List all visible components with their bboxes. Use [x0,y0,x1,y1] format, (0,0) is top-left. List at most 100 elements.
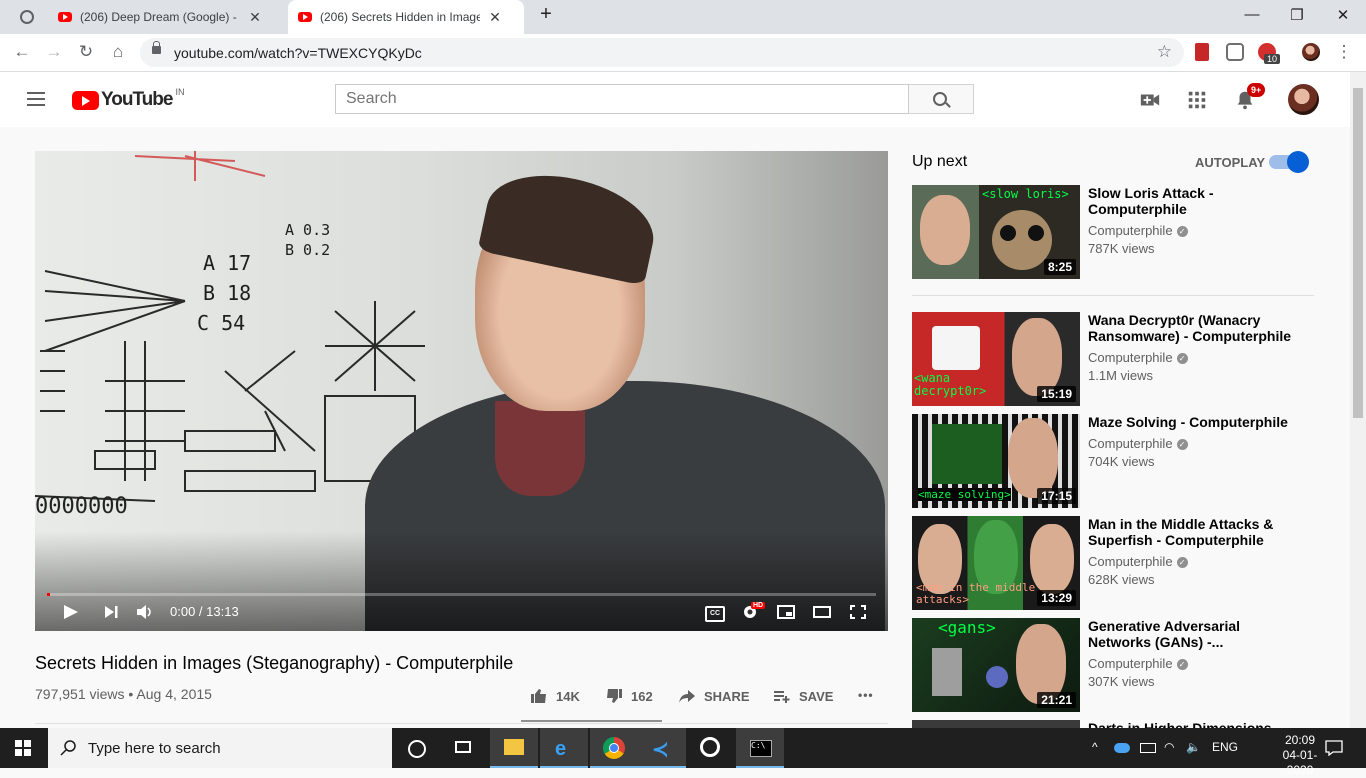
tab-deep-dream[interactable]: (206) Deep Dream (Google) - Co ✕ [58,0,284,34]
recommended-video[interactable]: Darts in Higher Dimensions... [912,720,1314,728]
search-button[interactable] [909,84,974,114]
forward-icon[interactable]: → [42,42,66,62]
share-arrow-icon [679,690,695,703]
onedrive-icon[interactable] [1114,743,1130,753]
autoplay-toggle[interactable] [1269,151,1309,173]
next-icon[interactable] [101,603,121,621]
dislike-button[interactable]: 162 [605,688,653,704]
menu-kebab-icon[interactable]: ⋮ [1332,42,1356,62]
save-button[interactable]: SAVE [773,688,833,704]
video-duration: 13:29 [1037,590,1076,606]
chrome-icon[interactable] [590,728,638,768]
channel-name[interactable]: Computerphile ✓ [1088,436,1188,451]
apps-grid-icon[interactable] [1186,89,1208,111]
close-window-icon[interactable]: ✕ [1323,6,1363,24]
recommended-video[interactable]: <slow loris> 8:25 Slow Loris Attack - Co… [912,185,1314,281]
view-count: 307K views [1088,674,1155,689]
video-player[interactable]: A 17 B 18 C 54 A 0.3 B 0.2 0000000 0:00 … [35,151,888,631]
maximize-icon[interactable]: ❐ [1277,6,1317,24]
tray-expand-icon[interactable]: ^ [1092,740,1098,754]
thumbs-up-icon [531,689,546,703]
video-thumbnail[interactable]: <man in the middle attacks> 13:29 [912,516,1080,610]
recommended-title[interactable]: Slow Loris Attack - Computerphile [1088,185,1298,217]
search-icon [933,92,947,106]
video-thumbnail[interactable]: <wana decrypt0r> 15:19 [912,312,1080,406]
hamburger-menu-icon[interactable] [27,92,45,106]
add-to-playlist-icon [774,691,790,703]
page-scrollbar[interactable] [1350,72,1366,728]
recommended-video[interactable]: <maze solving> 17:15 Maze Solving - Comp… [912,414,1314,510]
app-circle-icon[interactable] [686,728,734,768]
create-video-icon[interactable] [1139,89,1161,111]
taskbar-search-label: Type here to search [88,740,221,757]
taskbar-search[interactable]: Type here to search [48,728,392,768]
bookmark-star-icon[interactable]: ☆ [1157,42,1172,62]
system-clock[interactable]: 20:09 04-01-2020 [1272,733,1328,778]
action-center-icon[interactable] [1325,740,1343,756]
play-icon[interactable] [61,603,81,621]
url-text[interactable]: youtube.com/watch?v=TWEXCYQKyDc [174,45,422,61]
video-thumbnail[interactable]: <maze solving> 17:15 [912,414,1080,508]
close-tab-icon[interactable]: ✕ [488,9,502,26]
clock-date: 04-01-2020 [1282,748,1318,777]
file-explorer-icon[interactable] [490,728,538,768]
extension-bookmark-icon[interactable] [1195,43,1209,61]
language-indicator[interactable]: ENG [1212,740,1238,754]
recommended-title[interactable]: Wana Decrypt0r (Wanacry Ransomware) - Co… [1088,312,1298,344]
video-thumbnail[interactable] [912,720,1080,728]
recommended-title[interactable]: Man in the Middle Attacks & Superfish - … [1088,516,1298,548]
thumbs-down-icon [607,689,622,703]
recommended-title[interactable]: Generative Adversarial Networks (GANs) -… [1088,618,1298,650]
progress-bar[interactable] [47,593,876,596]
tab-title: (206) Deep Dream (Google) - Co [80,10,240,24]
like-button[interactable]: 14K [530,688,580,704]
recommended-video[interactable]: <wana decrypt0r> 15:19 Wana Decrypt0r (W… [912,312,1314,408]
pocket-icon[interactable] [1226,43,1244,61]
theater-mode-icon[interactable] [812,603,832,621]
recommended-title[interactable]: Maze Solving - Computerphile [1088,414,1298,430]
tab-secrets-hidden[interactable]: (206) Secrets Hidden in Images (S ✕ [288,0,524,34]
new-tab-icon[interactable]: + [526,3,566,26]
task-view-icon[interactable] [440,728,488,768]
reload-icon[interactable]: ↻ [74,42,98,62]
volume-tray-icon[interactable]: 🔈 [1186,740,1201,754]
wifi-icon[interactable]: ◠ [1164,740,1174,754]
close-tab-icon[interactable]: ✕ [248,9,262,26]
more-actions-icon[interactable]: ••• [858,688,874,702]
channel-name[interactable]: Computerphile ✓ [1088,656,1188,671]
channel-name[interactable]: Computerphile ✓ [1088,350,1188,365]
recommended-title[interactable]: Darts in Higher Dimensions... [1088,720,1298,728]
back-icon[interactable]: ← [10,42,34,62]
thumbnail-caption: <wana decrypt0r> [914,371,987,398]
svg-text:0000000: 0000000 [35,494,128,519]
windows-start-icon[interactable] [15,740,31,756]
edge-browser-icon[interactable]: e [540,728,588,768]
address-bar[interactable]: youtube.com/watch?v=TWEXCYQKyDc ☆ [140,38,1184,67]
minimize-icon[interactable]: — [1232,6,1272,23]
video-thumbnail[interactable]: <gans> 21:21 [912,618,1080,712]
profile-avatar[interactable] [1302,43,1320,61]
volume-icon[interactable] [135,603,155,621]
recommended-video[interactable]: <gans> 21:21 Generative Adversarial Netw… [912,618,1314,714]
terminal-icon[interactable]: C:\ [736,728,784,768]
video-title: Secrets Hidden in Images (Steganography)… [35,653,514,673]
account-avatar[interactable] [1288,84,1319,115]
lock-icon [152,41,161,54]
captions-button[interactable]: CC [705,606,725,622]
video-thumbnail[interactable]: <slow loris> 8:25 [912,185,1080,279]
fullscreen-icon[interactable] [848,603,868,621]
youtube-logo[interactable]: YouTube IN [72,87,184,111]
vscode-icon[interactable]: ≺ [638,728,686,768]
miniplayer-icon[interactable] [776,603,796,621]
globe-icon[interactable] [20,10,34,24]
video-meta: 797,951 views • Aug 4, 2015 [35,686,212,702]
recommended-video[interactable]: <man in the middle attacks> 13:29 Man in… [912,516,1314,612]
share-button[interactable]: SHARE [678,688,750,704]
cortana-icon[interactable] [392,728,440,768]
home-icon[interactable]: ⌂ [106,42,130,62]
battery-icon[interactable] [1140,743,1156,753]
time-display: 0:00 / 13:13 [170,604,239,619]
channel-name[interactable]: Computerphile ✓ [1088,554,1188,569]
search-input[interactable] [336,85,888,113]
channel-name[interactable]: Computerphile ✓ [1088,223,1188,238]
